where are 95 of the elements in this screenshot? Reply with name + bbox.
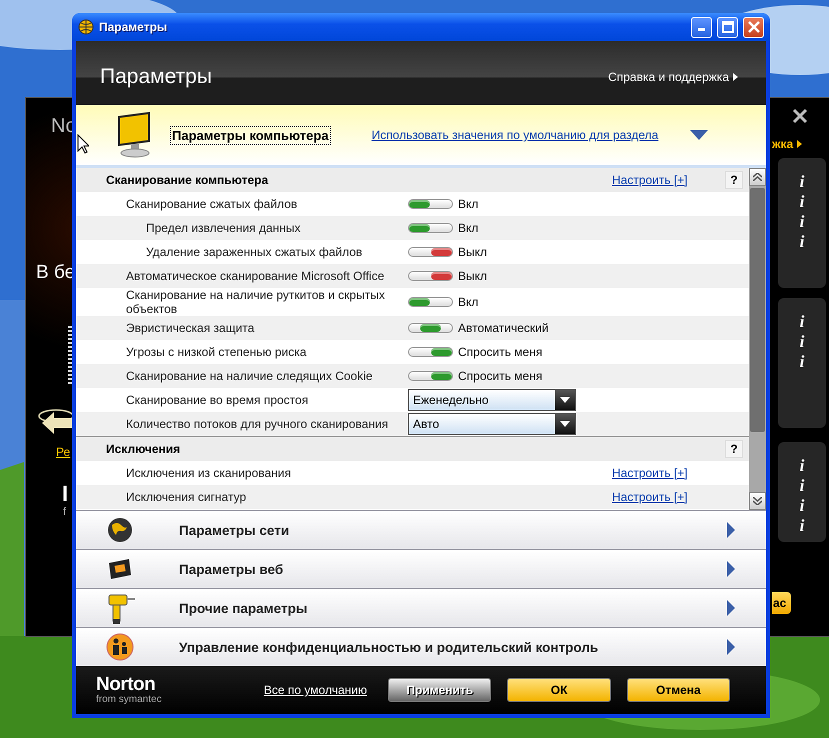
dialog-button[interactable]: ОК [507, 678, 611, 702]
category-bar[interactable]: Управление конфиденциальностью и родительский контроль [76, 627, 766, 666]
toggle-switch[interactable] [408, 199, 453, 209]
toggle-switch[interactable] [408, 271, 453, 281]
dropdown[interactable]: Авто [408, 413, 576, 435]
family-icon [106, 633, 134, 661]
info-icon[interactable]: i [800, 312, 804, 332]
toggle-switch[interactable] [408, 347, 453, 357]
logo-subtitle: from symantec [96, 694, 163, 705]
page-title: Параметры [100, 65, 212, 89]
info-icon[interactable]: i [800, 476, 804, 496]
expand-icon[interactable] [726, 639, 736, 655]
info-icon[interactable]: i [800, 172, 804, 192]
web-card-icon [107, 557, 133, 581]
logo-text: Norton [96, 675, 156, 694]
arrow-icon [733, 73, 738, 81]
close-icon[interactable] [792, 108, 808, 124]
close-icon [748, 21, 760, 33]
logo-text: I [62, 483, 68, 505]
setting-label: Автоматическое сканирование Microsoft Office [125, 269, 386, 283]
defaults-link[interactable]: Все по умолчанию [264, 683, 388, 697]
info-icon[interactable]: i [800, 456, 804, 476]
setting-label: Количество потоков для ручного сканирования [125, 417, 390, 431]
info-icon[interactable]: i [800, 212, 804, 232]
toggle-switch[interactable] [408, 223, 453, 233]
setting-label: Удаление зараженных сжатых файлов [145, 245, 364, 259]
logo-subtitle: f [63, 507, 66, 518]
scroll-down-icon [753, 497, 762, 505]
mouse-cursor-icon [77, 134, 89, 154]
configure-link[interactable]: Настроить [+] [612, 466, 688, 480]
expand-icon[interactable] [726, 522, 736, 538]
configure-link[interactable]: Настроить [+] [612, 490, 688, 504]
globe-icon [78, 19, 94, 35]
globe-icon [107, 517, 133, 543]
toggle-switch[interactable] [408, 297, 453, 307]
setting-label: Сканирование во время простоя [125, 393, 310, 407]
setting-value: Автоматический [458, 321, 549, 335]
setting-label: Исключения сигнатур [125, 490, 248, 504]
setting-label: Сканирование на наличие следящих Cookie [125, 369, 374, 383]
category-title: Параметры веб [179, 562, 284, 576]
setting-label: Сканирование сжатых файлов [125, 197, 298, 211]
toggle-switch[interactable] [408, 247, 453, 257]
setting-label: Исключения из сканирования [125, 466, 292, 480]
setting-label: Сканирование на наличие руткитов и скрытых объектов [125, 288, 386, 316]
info-icon[interactable]: i [800, 192, 804, 212]
category-title: Параметры сети [179, 522, 290, 538]
category-title: Управление конфиденциальностью и родительский контроль [179, 640, 600, 654]
expand-icon[interactable] [726, 600, 736, 616]
caret-icon [560, 397, 570, 403]
setting-value: Вкл [458, 295, 478, 309]
scroll-up-icon [753, 173, 762, 181]
help-link[interactable]: жка [772, 138, 802, 150]
setting-label: Угрозы с низкой степенью риска [125, 345, 308, 359]
help-button[interactable]: ? [725, 440, 743, 458]
setting-value: Вкл [458, 221, 478, 235]
info-icon[interactable]: i [800, 352, 804, 372]
setting-label: Эвристическая защита [125, 321, 256, 335]
section-title: Исключения [106, 442, 182, 456]
setting-label: Предел извлечения данных [145, 221, 302, 235]
info-icon[interactable]: i [800, 496, 804, 516]
info-icon[interactable]: i [800, 332, 804, 352]
section-title: Сканирование компьютера [106, 173, 270, 187]
arrow-icon [796, 140, 802, 148]
setting-value: Спросить меня [458, 369, 542, 383]
maximize-button[interactable] [717, 16, 738, 38]
caret-icon [560, 421, 570, 427]
category-title: Прочие параметры [179, 600, 308, 616]
configure-link[interactable]: Настроить [+] [612, 173, 688, 187]
link[interactable]: Ре [56, 446, 70, 458]
dropdown[interactable]: Еженедельно [408, 389, 576, 411]
defaults-link[interactable]: Использовать значения по умолчанию для раздела [372, 128, 658, 142]
minimize-button[interactable] [691, 16, 712, 38]
collapse-icon[interactable] [690, 130, 708, 140]
help-button[interactable]: ? [725, 171, 743, 189]
window-title: Параметры [99, 20, 168, 34]
toggle-switch[interactable] [408, 323, 453, 333]
category-title: Параметры компьютера [171, 126, 330, 144]
maximize-icon [722, 21, 734, 33]
dialog-button[interactable]: Отмена [626, 678, 730, 702]
setting-value: Спросить меня [458, 345, 542, 359]
help-link[interactable]: Справка и поддержка [608, 70, 738, 84]
button[interactable]: ас [772, 592, 792, 614]
toggle-switch[interactable] [408, 371, 453, 381]
close-button[interactable] [743, 16, 764, 38]
scrollbar[interactable] [749, 168, 766, 510]
expand-icon[interactable] [726, 561, 736, 577]
setting-value: Вкл [458, 197, 478, 211]
setting-value: Выкл [458, 245, 488, 259]
setting-value: Выкл [458, 269, 488, 283]
info-icon[interactable]: i [800, 232, 804, 252]
category-header[interactable]: Параметры компьютера Использовать значения по умолчанию для раздела [76, 105, 766, 168]
category-bar[interactable]: Параметры сети [76, 510, 766, 549]
info-icon[interactable]: i [800, 516, 804, 536]
category-bar[interactable]: Прочие параметры [76, 588, 766, 627]
category-bar[interactable]: Параметры веб [76, 549, 766, 588]
